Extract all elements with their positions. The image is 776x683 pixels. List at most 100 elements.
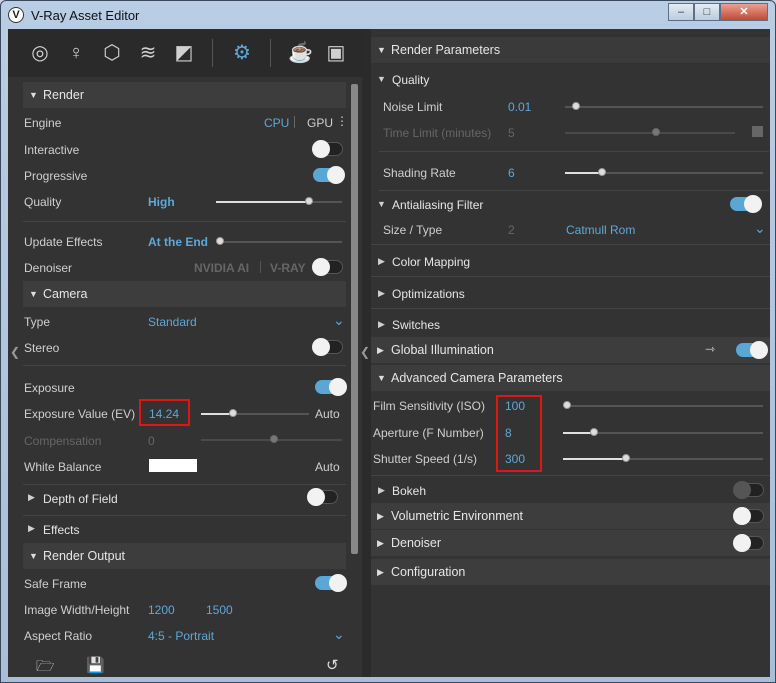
progressive-toggle[interactable] [313,166,345,184]
ev-value[interactable]: 14.24 [149,407,179,421]
divider [379,190,769,191]
advanced-camera-section-header[interactable]: ▼ Advanced Camera Parameters [371,365,770,391]
camera-section-header[interactable]: ▼ Camera [23,281,346,307]
denoiser-section-toggle[interactable] [733,534,764,552]
color-mapping-section[interactable]: Color Mapping [392,255,470,269]
ev-slider-knob[interactable] [229,409,237,417]
denoiser-label: Denoiser [24,261,73,275]
volumetric-environment-section[interactable]: ▶ Volumetric Environment [371,503,770,529]
antialiasing-filter-title[interactable]: Antialiasing Filter [392,198,483,212]
save-icon[interactable]: 💾 [86,656,105,674]
iso-slider-knob[interactable] [563,401,571,409]
interactive-toggle[interactable] [312,140,343,158]
exposure-value-label: Exposure Value (EV) [24,407,136,421]
aperture-slider-knob[interactable] [590,428,598,436]
stereo-toggle[interactable] [312,338,343,356]
reset-icon[interactable]: ↺ [326,656,339,674]
shutter-speed-knob[interactable] [622,454,630,462]
quality-value: High [148,195,175,209]
bokeh-section[interactable]: Bokeh [392,484,426,498]
white-balance-swatch[interactable] [149,459,197,472]
divider [23,221,346,222]
quality-slider-knob[interactable] [305,197,313,205]
aperture-value[interactable]: 8 [505,426,512,440]
textures-icon[interactable]: ◩ [172,41,196,65]
chevron-down-icon[interactable]: ⌄ [333,626,345,643]
update-effects-slider[interactable] [218,241,342,243]
collapse-left-icon[interactable]: ❮ [10,345,20,359]
pin-arrow-icon[interactable]: ⇾ [705,342,715,356]
close-button[interactable]: ✕ [720,3,768,21]
render-section-header[interactable]: ▼ Render [23,82,346,108]
shutter-speed-value[interactable]: 300 [505,452,525,466]
gpu-option[interactable]: GPU [307,116,333,130]
update-effects-knob[interactable] [216,237,224,245]
image-height-value[interactable]: 1500 [206,603,233,617]
open-folder-icon[interactable]: 🗁 [36,656,55,681]
bokeh-toggle[interactable] [733,481,764,499]
noise-limit-value[interactable]: 0.01 [508,100,531,114]
render-output-section-header[interactable]: ▼ Render Output [23,543,346,569]
chevron-down-icon[interactable]: ⌄ [754,220,766,237]
wb-auto-button[interactable]: Auto [315,460,340,474]
optimizations-section[interactable]: Optimizations [392,287,465,301]
switches-section[interactable]: Switches [392,318,440,332]
expand-arrow-icon: ▼ [29,289,38,299]
aspect-ratio-value[interactable]: 4:5 - Portrait [148,629,214,643]
cpu-option[interactable]: CPU [264,116,289,130]
noise-limit-knob[interactable] [572,102,580,110]
configuration-section[interactable]: ▶ Configuration [371,559,770,585]
time-limit-checkbox[interactable] [752,126,763,137]
vray-denoiser-option[interactable]: V-RAY [270,261,306,275]
settings-gear-icon[interactable]: ⚙ [230,41,254,65]
image-width-value[interactable]: 1200 [148,603,175,617]
divider [371,276,770,277]
shutter-speed-fill [563,458,625,460]
camera-type-value[interactable]: Standard [148,315,197,329]
expand-arrow-icon: ▼ [29,90,38,100]
materials-icon[interactable]: ◎ [28,41,52,65]
shading-rate-knob[interactable] [598,168,606,176]
divider [371,475,770,476]
vray-logo-icon: V [8,7,24,23]
noise-limit-slider[interactable] [565,106,763,108]
gi-toggle[interactable] [736,341,768,359]
filter-type-value[interactable]: Catmull Rom [566,223,635,237]
scrollbar-thumb[interactable] [351,84,358,554]
quality-section-title[interactable]: Quality [392,73,429,87]
toolbar-separator [212,39,213,67]
lights-icon[interactable]: ♀ [64,41,88,65]
exposure-toggle[interactable] [315,378,347,396]
nvidia-ai-option[interactable]: NVIDIA AI [194,261,249,275]
compensation-label: Compensation [24,434,102,448]
ev-auto-button[interactable]: Auto [315,407,340,421]
iso-value[interactable]: 100 [505,399,525,413]
antialiasing-toggle[interactable] [730,195,762,213]
more-options-icon[interactable]: ⋮ [336,114,348,128]
render-teapot-icon[interactable]: ☕ [288,41,313,65]
dof-toggle[interactable] [307,488,338,506]
collapse-divider-icon[interactable]: ❮ [360,345,370,359]
size-type-label: Size / Type [383,223,443,237]
effects-label[interactable]: Effects [43,523,79,537]
collapsed-arrow-icon: ▶ [378,485,385,495]
depth-of-field-label[interactable]: Depth of Field [43,492,118,506]
filter-size-value[interactable]: 2 [508,223,515,237]
iso-slider[interactable] [563,405,763,407]
maximize-button[interactable]: □ [694,3,720,21]
chevron-down-icon[interactable]: ⌄ [333,312,345,329]
denoiser-toggle[interactable] [312,258,343,276]
engine-label: Engine [24,116,62,130]
geometry-icon[interactable]: ⬡ [100,41,124,65]
safe-frame-toggle[interactable] [315,574,347,592]
minimize-button[interactable]: – [668,3,694,21]
render-parameters-header[interactable]: ▼ Render Parameters [371,37,770,63]
divider [371,308,770,309]
aperture-fill [563,432,593,434]
volumetric-toggle[interactable] [733,507,764,525]
render-elements-icon[interactable]: ≋ [136,41,160,65]
shading-rate-value[interactable]: 6 [508,166,515,180]
frame-buffer-icon[interactable]: ▣ [324,41,348,65]
denoiser-section[interactable]: ▶ Denoiser [371,530,770,556]
stereo-label: Stereo [24,341,60,355]
